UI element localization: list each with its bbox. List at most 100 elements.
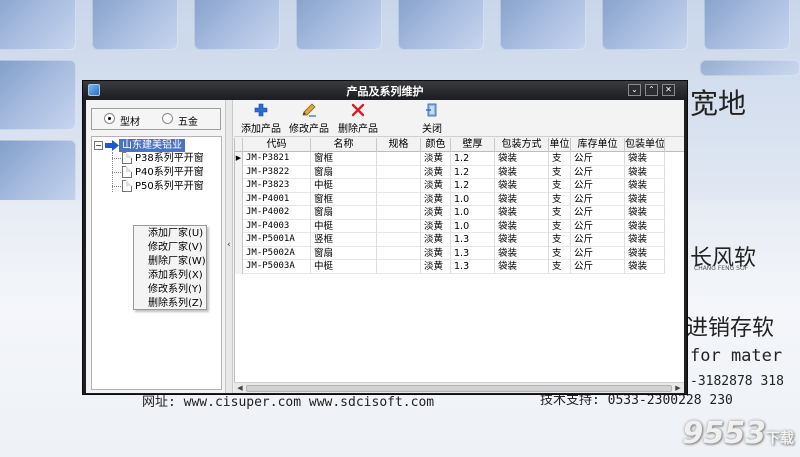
table-cell[interactable]: 袋装: [495, 246, 549, 260]
table-cell[interactable]: [377, 233, 421, 247]
row-selector[interactable]: [235, 179, 243, 193]
radio-profile[interactable]: [104, 113, 115, 124]
table-cell[interactable]: 淡黄: [421, 219, 451, 233]
close-button[interactable]: 关闭: [418, 103, 446, 135]
window-titlebar[interactable]: 产品及系列维护 ⌄ ⌃ ✕: [83, 81, 687, 99]
table-cell[interactable]: 支: [549, 219, 571, 233]
table-row[interactable]: JM-P4003 中梃 淡黄 1.0 袋装支公斤 袋装: [235, 219, 684, 233]
column-header[interactable]: 颜色: [421, 138, 451, 152]
radio-hardware[interactable]: [162, 113, 173, 124]
scroll-right-icon[interactable]: ▶: [673, 384, 683, 393]
row-selector[interactable]: [235, 246, 243, 260]
table-cell[interactable]: 公斤: [571, 260, 625, 274]
table-cell[interactable]: 淡黄: [421, 152, 451, 166]
collapse-icon[interactable]: −: [94, 141, 103, 150]
menu-edit-manufacturer[interactable]: 修改厂家(V): [134, 241, 206, 255]
table-cell[interactable]: 袋装: [625, 152, 665, 166]
table-cell[interactable]: JM-P5001A: [243, 233, 311, 247]
row-selector[interactable]: [235, 260, 243, 274]
chevron-left-icon[interactable]: ‹: [227, 240, 231, 250]
table-cell[interactable]: 公斤: [571, 219, 625, 233]
menu-edit-series[interactable]: 修改系列(Y): [134, 283, 206, 297]
table-cell[interactable]: 公斤: [571, 165, 625, 179]
table-cell[interactable]: 1.2: [451, 179, 495, 193]
table-cell[interactable]: 袋装: [625, 233, 665, 247]
table-row[interactable]: JM-P4001 窗框 淡黄 1.0 袋装支公斤 袋装: [235, 192, 684, 206]
row-selector[interactable]: [235, 165, 243, 179]
table-cell[interactable]: 支: [549, 246, 571, 260]
table-cell[interactable]: 1.3: [451, 246, 495, 260]
table-cell[interactable]: 公斤: [571, 246, 625, 260]
table-cell[interactable]: JM-P5003A: [243, 260, 311, 274]
close-window-button[interactable]: ✕: [662, 84, 675, 96]
table-cell[interactable]: 淡黄: [421, 260, 451, 274]
table-cell[interactable]: 中梃: [311, 179, 377, 193]
table-cell[interactable]: 淡黄: [421, 206, 451, 220]
column-header[interactable]: 库存单位: [571, 138, 625, 152]
table-cell[interactable]: [377, 179, 421, 193]
table-cell[interactable]: 袋装: [495, 165, 549, 179]
table-row[interactable]: JM-P5003A 中梃 淡黄 1.3 袋装支公斤 袋装: [235, 260, 684, 274]
row-selector[interactable]: [235, 192, 243, 206]
table-cell[interactable]: 1.2: [451, 165, 495, 179]
table-cell[interactable]: 竖框: [311, 233, 377, 247]
horizontal-scrollbar[interactable]: ◀ ▶: [234, 382, 684, 393]
table-cell[interactable]: 窗扇: [311, 246, 377, 260]
table-cell[interactable]: 支: [549, 206, 571, 220]
column-header[interactable]: 单位: [549, 138, 571, 152]
table-cell[interactable]: 淡黄: [421, 165, 451, 179]
current-row-indicator[interactable]: ▶: [235, 152, 243, 166]
table-cell[interactable]: 袋装: [625, 219, 665, 233]
table-cell[interactable]: 1.0: [451, 192, 495, 206]
row-selector[interactable]: [235, 219, 243, 233]
table-cell[interactable]: 公斤: [571, 233, 625, 247]
table-cell[interactable]: 袋装: [495, 260, 549, 274]
table-cell[interactable]: JM-P4002: [243, 206, 311, 220]
table-cell[interactable]: 袋装: [495, 152, 549, 166]
table-cell[interactable]: 淡黄: [421, 246, 451, 260]
maximize-button[interactable]: ⌃: [645, 84, 658, 96]
table-cell[interactable]: [377, 152, 421, 166]
table-cell[interactable]: 袋装: [495, 233, 549, 247]
table-row[interactable]: JM-P5002A 窗扇 淡黄 1.3 袋装支公斤 袋装: [235, 246, 684, 260]
table-cell[interactable]: 1.3: [451, 233, 495, 247]
column-header[interactable]: 名称: [311, 138, 377, 152]
table-cell[interactable]: 1.2: [451, 152, 495, 166]
table-cell[interactable]: 袋装: [625, 179, 665, 193]
column-header[interactable]: 规格: [377, 138, 421, 152]
table-cell[interactable]: [377, 260, 421, 274]
table-cell[interactable]: 袋装: [495, 206, 549, 220]
table-cell[interactable]: 袋装: [625, 165, 665, 179]
table-cell[interactable]: 支: [549, 165, 571, 179]
table-cell[interactable]: 公斤: [571, 192, 625, 206]
table-cell[interactable]: 支: [549, 260, 571, 274]
table-cell[interactable]: 支: [549, 152, 571, 166]
menu-add-series[interactable]: 添加系列(X): [134, 269, 206, 283]
table-row[interactable]: JM-P3822 窗扇 淡黄 1.2 袋装支公斤 袋装: [235, 165, 684, 179]
table-cell[interactable]: 袋装: [625, 246, 665, 260]
table-cell[interactable]: JM-P4003: [243, 219, 311, 233]
table-row[interactable]: ▶ JM-P3821 窗框 淡黄 1.2 袋装支公斤 袋装: [235, 152, 684, 166]
menu-add-manufacturer[interactable]: 添加厂家(U): [134, 227, 206, 241]
column-header[interactable]: 包装方式: [495, 138, 549, 152]
table-cell[interactable]: 1.0: [451, 206, 495, 220]
table-cell[interactable]: [377, 165, 421, 179]
table-cell[interactable]: 淡黄: [421, 192, 451, 206]
table-cell[interactable]: JM-P3822: [243, 165, 311, 179]
table-cell[interactable]: 支: [549, 179, 571, 193]
minimize-button[interactable]: ⌄: [628, 84, 641, 96]
table-cell[interactable]: 淡黄: [421, 179, 451, 193]
table-row[interactable]: JM-P5001A 竖框 淡黄 1.3 袋装支公斤 袋装: [235, 233, 684, 247]
radio-profile-label[interactable]: 型材: [120, 113, 140, 128]
table-cell[interactable]: 袋装: [495, 219, 549, 233]
table-cell[interactable]: 中梃: [311, 219, 377, 233]
table-cell[interactable]: [377, 192, 421, 206]
edit-product-button[interactable]: 修改产品: [288, 103, 330, 135]
table-cell[interactable]: 袋装: [495, 192, 549, 206]
table-cell[interactable]: JM-P3821: [243, 152, 311, 166]
delete-product-button[interactable]: 删除产品: [337, 103, 379, 135]
scroll-left-icon[interactable]: ◀: [235, 384, 245, 393]
table-cell[interactable]: 支: [549, 233, 571, 247]
menu-delete-manufacturer[interactable]: 删除厂家(W): [134, 255, 206, 269]
table-cell[interactable]: 淡黄: [421, 233, 451, 247]
